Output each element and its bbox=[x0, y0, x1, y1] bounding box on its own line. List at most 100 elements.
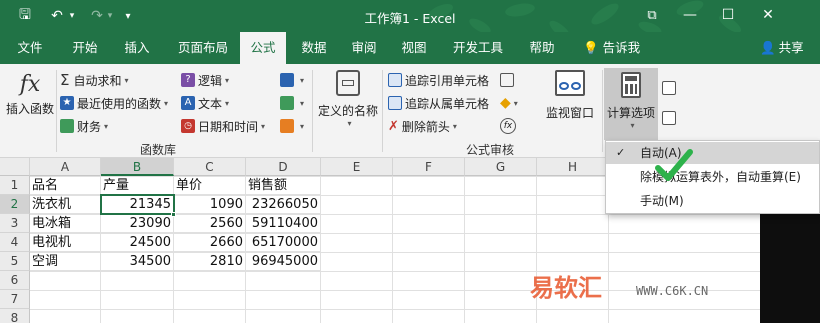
dropdown-caret-icon: ▾ bbox=[300, 75, 305, 85]
row-header[interactable]: 1 bbox=[0, 176, 30, 195]
cell-A4[interactable]: 电视机 bbox=[30, 233, 101, 252]
tab-help[interactable]: 帮助 bbox=[520, 32, 564, 64]
finance-label: 财务 bbox=[77, 119, 102, 134]
menu-item-manual[interactable]: 手动(M) bbox=[606, 190, 819, 212]
cell-D3[interactable]: 59110400 bbox=[246, 214, 321, 233]
cell-D4[interactable]: 65170000 bbox=[246, 233, 321, 252]
ribbon-display-icon[interactable]: ⧉ bbox=[640, 4, 664, 26]
trace-precedents-icon bbox=[388, 73, 402, 87]
cell-B4[interactable]: 24500 bbox=[101, 233, 174, 252]
row-header[interactable]: 4 bbox=[0, 233, 30, 252]
calculate-now-button[interactable] bbox=[662, 78, 679, 98]
cell-D5[interactable]: 96945000 bbox=[246, 252, 321, 271]
cell-C3[interactable]: 2560 bbox=[174, 214, 246, 233]
row-header[interactable]: 6 bbox=[0, 271, 30, 290]
watch-window-button[interactable]: 监视窗口 bbox=[540, 70, 600, 121]
column-header[interactable]: G bbox=[465, 158, 537, 176]
column-header[interactable]: D bbox=[246, 158, 321, 176]
watch-window-label: 监视窗口 bbox=[545, 106, 594, 120]
cell-C2[interactable]: 1090 bbox=[174, 195, 246, 214]
column-header[interactable]: F bbox=[393, 158, 465, 176]
row-header[interactable]: 3 bbox=[0, 214, 30, 233]
dropdown-caret-icon: ▾ bbox=[261, 121, 266, 131]
math-trig-button[interactable]: ▾ bbox=[280, 93, 304, 113]
cell-C5[interactable]: 2810 bbox=[174, 252, 246, 271]
tab-file[interactable]: 文件 bbox=[8, 32, 52, 64]
cell-B2[interactable]: 21345 bbox=[101, 195, 174, 214]
lightbulb-icon: 💡 bbox=[583, 40, 599, 55]
trace-dependents-button[interactable]: 追踪从属单元格 bbox=[388, 93, 489, 113]
cell-A3[interactable]: 电冰箱 bbox=[30, 214, 101, 233]
finance-button[interactable]: 财务 ▾ bbox=[60, 116, 108, 136]
text-label: 文本 bbox=[198, 96, 223, 111]
fill-handle[interactable] bbox=[171, 212, 176, 217]
calculation-options-label: 计算选项 bbox=[606, 106, 655, 120]
divider bbox=[382, 70, 383, 152]
defined-names-button[interactable]: 定义的名称 ▾ bbox=[316, 70, 380, 128]
dropdown-caret-icon: ▾ bbox=[225, 75, 230, 85]
insert-function-button[interactable]: fx 插入函数 bbox=[4, 70, 56, 117]
more-functions-button[interactable]: ▾ bbox=[280, 116, 304, 136]
row-header[interactable]: 2 bbox=[0, 195, 30, 214]
recent-functions-button[interactable]: ★ 最近使用的函数 ▾ bbox=[60, 93, 168, 113]
tab-insert[interactable]: 插入 bbox=[112, 32, 162, 64]
trace-precedents-label: 追踪引用单元格 bbox=[405, 73, 490, 88]
share-button[interactable]: 👤 共享 bbox=[760, 32, 804, 64]
insert-function-label: 插入函数 bbox=[5, 102, 54, 116]
tab-home[interactable]: 开始 bbox=[60, 32, 110, 64]
column-header[interactable]: H bbox=[537, 158, 609, 176]
dropdown-caret-icon: ▾ bbox=[452, 121, 457, 131]
cell-B1[interactable]: 产量 bbox=[101, 176, 174, 195]
remove-arrows-label: 删除箭头 bbox=[401, 119, 450, 134]
cell-A2[interactable]: 洗衣机 bbox=[30, 195, 101, 214]
cell-A1[interactable]: 品名 bbox=[30, 176, 101, 195]
error-checking-button[interactable]: ◆ ▾ bbox=[500, 93, 518, 113]
calculate-sheet-button[interactable] bbox=[662, 108, 679, 128]
row-header[interactable]: 5 bbox=[0, 252, 30, 271]
tab-review[interactable]: 审阅 bbox=[342, 32, 386, 64]
cell-D1[interactable]: 销售额 bbox=[246, 176, 321, 195]
datetime-button[interactable]: ◷ 日期和时间 ▾ bbox=[181, 116, 265, 136]
remove-arrows-button[interactable]: ✗ 删除箭头 ▾ bbox=[388, 116, 457, 136]
lookup-reference-button[interactable]: ▾ bbox=[280, 70, 304, 90]
select-all-corner[interactable] bbox=[0, 158, 30, 176]
cell-B5[interactable]: 34500 bbox=[101, 252, 174, 271]
tab-formulas[interactable]: 公式 bbox=[240, 32, 286, 66]
show-formulas-button[interactable] bbox=[500, 70, 517, 90]
trace-precedents-button[interactable]: 追踪引用单元格 bbox=[388, 70, 489, 90]
group-formula-auditing-label: 公式审核 bbox=[466, 143, 515, 157]
column-header[interactable]: C bbox=[174, 158, 246, 176]
clock-book-icon: ◷ bbox=[181, 119, 195, 133]
cell-C4[interactable]: 2660 bbox=[174, 233, 246, 252]
maximize-button[interactable]: ☐ bbox=[716, 4, 740, 26]
tell-me-box[interactable]: 💡 告诉我 bbox=[583, 32, 640, 64]
column-header[interactable]: E bbox=[321, 158, 393, 176]
cell-C1[interactable]: 单价 bbox=[174, 176, 246, 195]
minimize-button[interactable]: — bbox=[678, 4, 702, 26]
autosum-button[interactable]: Σ 自动求和 ▾ bbox=[60, 70, 129, 90]
tab-data[interactable]: 数据 bbox=[292, 32, 336, 64]
menu-item-automatic[interactable]: ✓ 自动(A) bbox=[606, 142, 819, 164]
lookup-book-icon bbox=[280, 73, 294, 87]
cell-B3[interactable]: 23090 bbox=[101, 214, 174, 233]
recent-functions-label: 最近使用的函数 bbox=[77, 96, 162, 111]
calculation-options-button[interactable]: 计算选项 ▾ bbox=[604, 68, 658, 140]
show-formulas-icon bbox=[500, 73, 514, 87]
row-header[interactable]: 7 bbox=[0, 290, 30, 309]
ribbon-tabs: 文件 开始 插入 页面布局 公式 数据 审阅 视图 开发工具 帮助 💡 告诉我 👤… bbox=[0, 32, 820, 66]
logical-button[interactable]: ? 逻辑 ▾ bbox=[181, 70, 229, 90]
cell-A5[interactable]: 空调 bbox=[30, 252, 101, 271]
close-button[interactable]: ✕ bbox=[756, 4, 780, 26]
menu-item-automatic-except-tables[interactable]: 除模拟运算表外，自动重算(E) bbox=[606, 166, 819, 188]
text-functions-button[interactable]: A 文本 ▾ bbox=[181, 93, 229, 113]
sheet-calculator-icon bbox=[662, 111, 676, 125]
column-header[interactable]: B bbox=[101, 158, 174, 176]
tab-page-layout[interactable]: 页面布局 bbox=[168, 32, 238, 64]
evaluate-formula-button[interactable]: fx bbox=[500, 116, 516, 136]
tab-developer[interactable]: 开发工具 bbox=[446, 32, 510, 64]
row-header[interactable]: 8 bbox=[0, 309, 30, 323]
group-function-library-label: 函数库 bbox=[140, 143, 177, 157]
tab-view[interactable]: 视图 bbox=[392, 32, 436, 64]
column-header[interactable]: A bbox=[30, 158, 101, 176]
cell-D2[interactable]: 23266050 bbox=[246, 195, 321, 214]
